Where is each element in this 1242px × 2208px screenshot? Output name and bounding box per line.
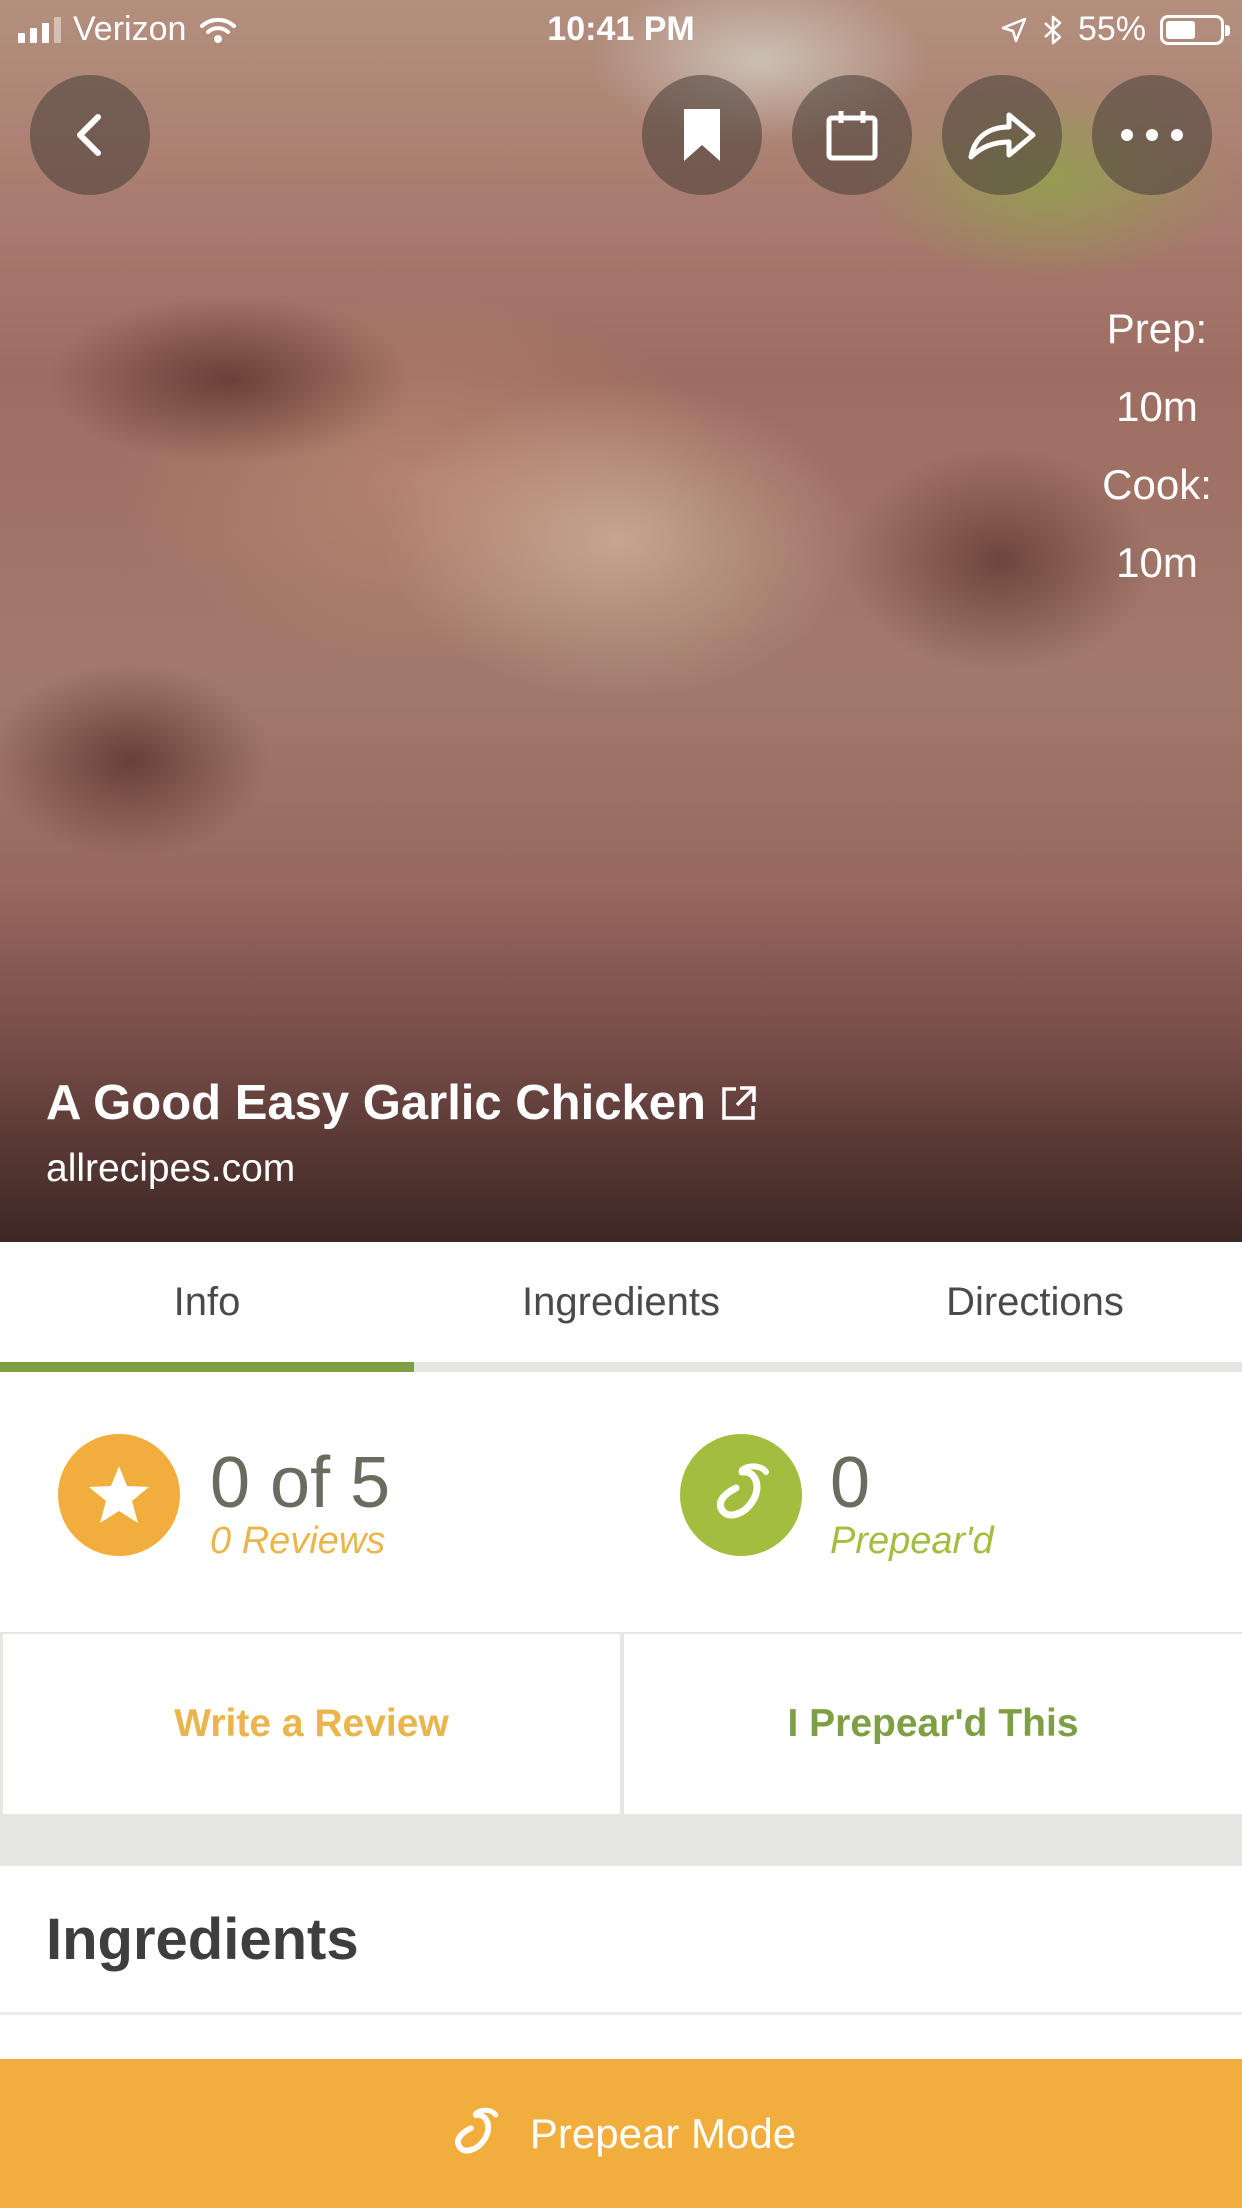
ingredients-list-area bbox=[0, 2015, 1242, 2059]
write-review-button[interactable]: Write a Review bbox=[3, 1634, 620, 1814]
share-icon bbox=[968, 112, 1036, 160]
tab-bar: Info Ingredients Directions bbox=[0, 1242, 1242, 1372]
cook-value: 10m bbox=[1116, 539, 1198, 586]
battery-icon bbox=[1160, 14, 1230, 45]
stats-row: 0 of 5 0 Reviews 0 Prepear'd bbox=[0, 1372, 1242, 1632]
bookmark-icon bbox=[684, 109, 720, 161]
rating-badge bbox=[58, 1434, 180, 1556]
back-button[interactable] bbox=[30, 75, 150, 195]
recipe-title-block: A Good Easy Garlic Chicken allrecipes.co… bbox=[46, 1075, 758, 1191]
prep-value: 10m bbox=[1116, 383, 1198, 430]
pear-icon bbox=[717, 1463, 769, 1519]
calendar-button[interactable] bbox=[792, 75, 912, 195]
prepeard-label: Prepear'd bbox=[830, 1520, 994, 1562]
reviews-count[interactable]: 0 Reviews bbox=[210, 1520, 385, 1563]
action-buttons: Write a Review I Prepear'd This bbox=[0, 1632, 1242, 1816]
ingredients-section: Ingredients bbox=[0, 1866, 1242, 2015]
back-arrow-icon bbox=[77, 114, 101, 156]
more-button[interactable] bbox=[1092, 75, 1212, 195]
bluetooth-icon bbox=[1044, 15, 1062, 44]
more-icon bbox=[1121, 129, 1183, 141]
pear-icon bbox=[455, 2107, 499, 2153]
section-divider bbox=[0, 1816, 1242, 1866]
recipe-title: A Good Easy Garlic Chicken bbox=[46, 1076, 706, 1130]
status-right: 55% bbox=[1000, 10, 1230, 49]
cook-label: Cook: bbox=[1102, 461, 1212, 508]
rating-value: 0 of 5 bbox=[210, 1443, 391, 1523]
recipe-title-link[interactable]: A Good Easy Garlic Chicken bbox=[46, 1075, 758, 1131]
tab-directions[interactable]: Directions bbox=[828, 1242, 1242, 1362]
status-bar: Verizon 10:41 PM 55% bbox=[0, 0, 1242, 62]
prepeard-badge bbox=[680, 1434, 802, 1556]
prepeard-this-button[interactable]: I Prepear'd This bbox=[624, 1634, 1242, 1814]
prepear-mode-label: Prepear Mode bbox=[529, 2109, 797, 2157]
calendar-icon bbox=[826, 111, 878, 161]
prepeard-count: 0 bbox=[830, 1443, 871, 1523]
prep-label: Prep: bbox=[1106, 305, 1208, 352]
tab-active-indicator bbox=[0, 1362, 414, 1372]
prepear-mode-button[interactable]: Prepear Mode bbox=[0, 2059, 1242, 2208]
share-button[interactable] bbox=[942, 75, 1062, 195]
recipe-hero-image: Verizon 10:41 PM 55% Prep: 10m Cook: 10m… bbox=[0, 0, 1242, 1242]
tab-ingredients[interactable]: Ingredients bbox=[414, 1242, 828, 1362]
bookmark-button[interactable] bbox=[642, 75, 762, 195]
time-info: Prep: 10m Cook: 10m bbox=[1072, 290, 1242, 602]
battery-percent: 55% bbox=[1077, 10, 1146, 48]
recipe-source[interactable]: allrecipes.com bbox=[46, 1147, 758, 1191]
tab-info[interactable]: Info bbox=[0, 1242, 414, 1362]
location-icon bbox=[1001, 17, 1027, 42]
ingredients-heading: Ingredients bbox=[46, 1907, 359, 1972]
external-link-icon[interactable] bbox=[720, 1084, 758, 1122]
star-icon bbox=[89, 1466, 149, 1523]
